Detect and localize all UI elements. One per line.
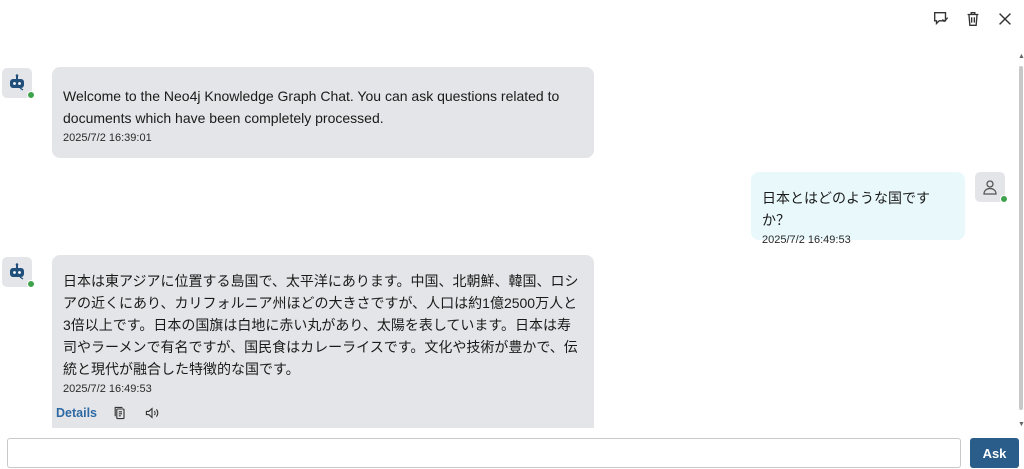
message-text: 日本は東アジアに位置する島国で、太平洋にあります。中国、北朝鮮、韓国、ロシアの近… [63, 273, 579, 377]
chat-toolbar [930, 9, 1016, 29]
chat-scrollbar[interactable]: ▲ ▼ [1018, 50, 1024, 428]
robot-icon [10, 263, 24, 280]
message-text: 日本とはどのような国ですか？ [762, 190, 930, 228]
comment-bookmark-icon [934, 12, 948, 26]
comment-bookmark-button[interactable] [930, 9, 952, 29]
bot-avatar [2, 257, 35, 288]
chat-input-bar: Ask [7, 438, 1019, 468]
bot-message-bubble: Welcome to the Neo4j Knowledge Graph Cha… [52, 67, 594, 158]
details-link[interactable]: Details [56, 406, 97, 420]
chat-window: Welcome to the Neo4j Knowledge Graph Cha… [0, 0, 1024, 469]
clear-chat-button[interactable] [962, 9, 984, 29]
user-icon [983, 180, 997, 195]
copy-icon [114, 406, 125, 420]
message-timestamp: 2025/7/2 16:39:01 [63, 132, 152, 144]
close-icon [999, 13, 1011, 25]
close-button[interactable] [994, 9, 1016, 29]
message-list[interactable]: Welcome to the Neo4j Knowledge Graph Cha… [0, 50, 1018, 428]
message-actions: Details [56, 404, 161, 422]
question-input[interactable] [7, 438, 961, 468]
ask-button[interactable]: Ask [970, 438, 1019, 468]
user-avatar [975, 172, 1008, 203]
online-status-dot [27, 280, 35, 288]
user-message-bubble: 日本とはどのような国ですか？ 2025/7/2 16:49:53 [751, 172, 965, 246]
message-timestamp: 2025/7/2 16:49:53 [762, 234, 851, 246]
copy-button[interactable] [111, 404, 129, 422]
trash-icon [967, 12, 979, 26]
scrollbar-thumb[interactable] [1019, 66, 1023, 410]
speaker-icon [145, 407, 159, 419]
online-status-dot [27, 91, 35, 99]
scroll-up-icon[interactable]: ▲ [1018, 53, 1024, 60]
scroll-down-icon[interactable]: ▼ [1018, 421, 1024, 428]
message-timestamp: 2025/7/2 16:49:53 [63, 383, 152, 395]
robot-icon [10, 74, 24, 91]
message-text: Welcome to the Neo4j Knowledge Graph Cha… [63, 88, 560, 126]
bot-avatar [2, 68, 35, 99]
speak-button[interactable] [143, 404, 161, 422]
bot-message-bubble: 日本は東アジアに位置する島国で、太平洋にあります。中国、北朝鮮、韓国、ロシアの近… [52, 255, 594, 428]
online-status-dot [1000, 195, 1008, 203]
